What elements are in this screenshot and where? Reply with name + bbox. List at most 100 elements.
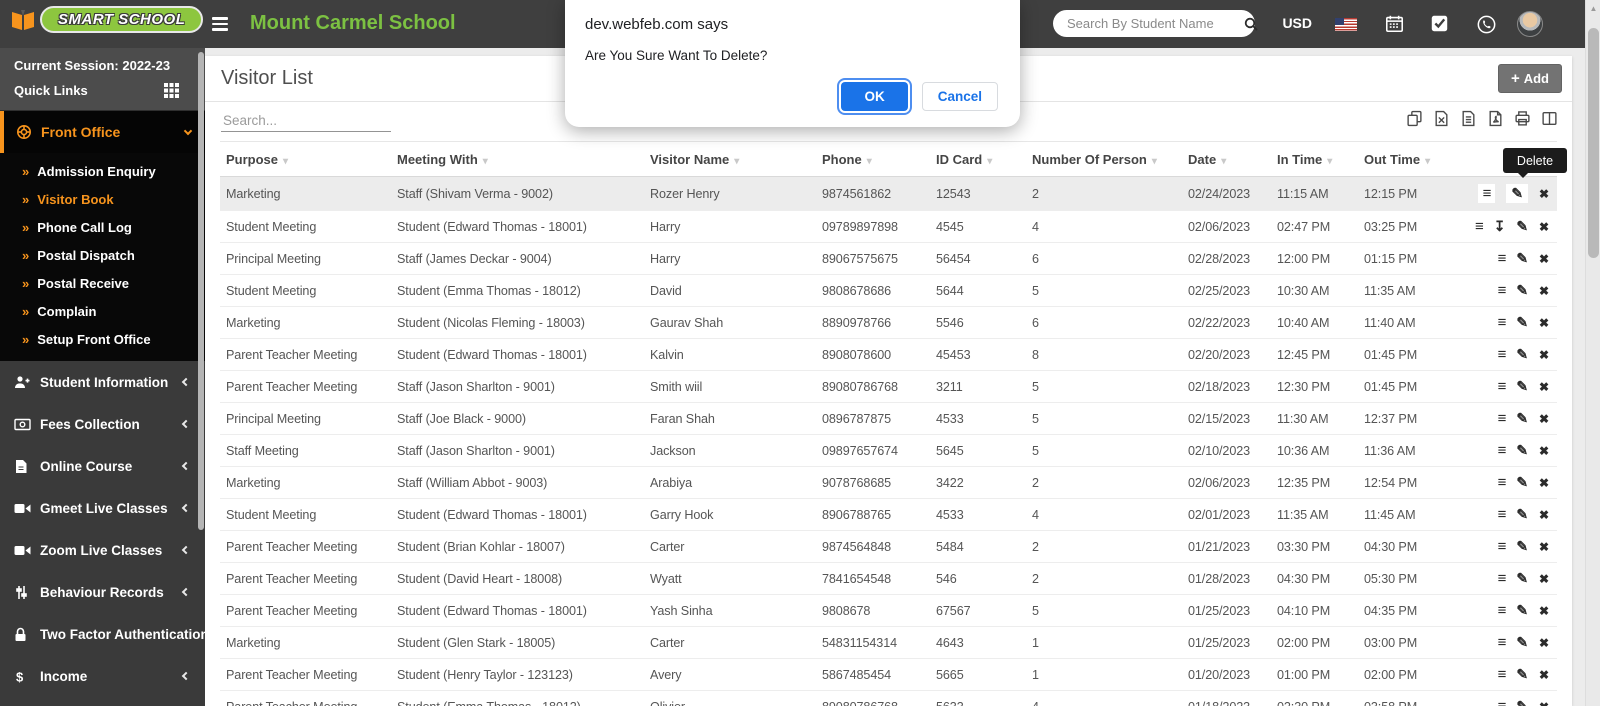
sidebar-menu-item[interactable]: Zoom Live Classes xyxy=(0,529,205,571)
menu-icon[interactable]: ≡ xyxy=(1498,506,1507,523)
sidebar-menu-item[interactable]: Student Information xyxy=(0,361,205,403)
table-row[interactable]: Student Meeting Student (Edward Thomas -… xyxy=(220,498,1557,531)
columns-icon[interactable] xyxy=(1541,110,1558,127)
grid-icon[interactable] xyxy=(164,83,179,98)
menu-icon[interactable]: ≡ xyxy=(1498,474,1507,491)
menu-icon[interactable]: ≡ xyxy=(1498,570,1507,587)
table-row[interactable]: Staff Meeting Staff (Jason Sharlton - 90… xyxy=(220,434,1557,467)
edit-icon[interactable]: ✎ xyxy=(1516,250,1528,267)
delete-icon[interactable]: ✖ xyxy=(1539,668,1549,682)
menu-icon[interactable]: ≡ xyxy=(1498,410,1507,427)
table-row[interactable]: Parent Teacher Meeting Student (David He… xyxy=(220,562,1557,595)
submenu-item[interactable]: » Postal Dispatch xyxy=(0,241,205,269)
table-row[interactable]: Parent Teacher Meeting Student (Brian Ko… xyxy=(220,530,1557,563)
menu-icon[interactable]: ≡ xyxy=(1498,378,1507,395)
sidebar-menu-item[interactable]: Online Course xyxy=(0,445,205,487)
ok-button[interactable]: OK xyxy=(841,82,908,111)
menu-icon[interactable]: ≡ xyxy=(1498,634,1507,651)
edit-icon[interactable]: ✎ xyxy=(1516,282,1528,299)
sidebar-menu-item[interactable]: $ Income xyxy=(0,655,205,697)
edit-icon[interactable]: ✎ xyxy=(1516,570,1528,587)
delete-icon[interactable]: ✖ xyxy=(1539,252,1549,266)
col-visitor-name[interactable]: Visitor Name xyxy=(644,141,816,177)
table-row[interactable]: Marketing Student (Nicolas Fleming - 180… xyxy=(220,306,1557,339)
edit-icon[interactable]: ✎ xyxy=(1516,410,1528,427)
delete-icon[interactable]: ✖ xyxy=(1539,700,1549,706)
edit-icon[interactable]: ✎ xyxy=(1516,378,1528,395)
calendar-icon[interactable] xyxy=(1385,14,1404,33)
col-number-of-person[interactable]: Number Of Person xyxy=(1026,141,1182,177)
browser-scrollbar[interactable]: ▲ xyxy=(1585,0,1600,706)
delete-icon[interactable]: ✖ xyxy=(1539,220,1549,234)
sidebar-scrollbar-thumb[interactable] xyxy=(198,52,204,530)
table-row[interactable]: Principal Meeting Staff (James Deckar - … xyxy=(220,242,1557,275)
submenu-item[interactable]: » Phone Call Log xyxy=(0,213,205,241)
table-row[interactable]: Parent Teacher Meeting Student (Edward T… xyxy=(220,594,1557,627)
sidebar-menu-item[interactable]: Behaviour Records xyxy=(0,571,205,613)
hamburger-icon[interactable] xyxy=(212,17,228,34)
task-check-icon[interactable] xyxy=(1430,14,1449,33)
sidebar-menu-item[interactable]: Fees Collection xyxy=(0,403,205,445)
delete-icon[interactable]: ✖ xyxy=(1539,412,1549,426)
app-logo[interactable]: SMART SCHOOL xyxy=(10,6,204,33)
excel-icon[interactable] xyxy=(1433,110,1450,127)
edit-icon[interactable]: ✎ xyxy=(1516,314,1528,331)
col-out-time[interactable]: Out Time xyxy=(1358,141,1450,177)
menu-icon[interactable]: ≡ xyxy=(1498,346,1507,363)
user-avatar[interactable] xyxy=(1517,11,1543,37)
edit-icon[interactable]: ✎ xyxy=(1516,346,1528,363)
delete-icon[interactable]: ✖ xyxy=(1539,316,1549,330)
search-icon[interactable] xyxy=(1243,16,1259,32)
edit-icon[interactable]: ✎ xyxy=(1516,538,1528,555)
currency-selector[interactable]: USD xyxy=(1282,15,1312,31)
edit-icon[interactable]: ✎ xyxy=(1516,218,1528,235)
col-phone[interactable]: Phone xyxy=(816,141,930,177)
delete-icon[interactable]: ✖ xyxy=(1539,540,1549,554)
menu-icon[interactable]: ≡ xyxy=(1498,442,1507,459)
menu-icon[interactable]: ≡ xyxy=(1498,250,1507,267)
edit-icon[interactable]: ✎ xyxy=(1516,442,1528,459)
table-row[interactable]: Parent Teacher Meeting Student (Emma Tho… xyxy=(220,690,1557,706)
student-search-input[interactable] xyxy=(1067,16,1243,31)
scrollbar-thumb[interactable] xyxy=(1588,28,1599,258)
table-row[interactable]: Parent Teacher Meeting Staff (Jason Shar… xyxy=(220,370,1557,403)
us-flag-icon[interactable] xyxy=(1335,18,1357,31)
delete-icon[interactable]: ✖ xyxy=(1539,284,1549,298)
submenu-item[interactable]: » Visitor Book xyxy=(0,185,205,213)
csv-icon[interactable] xyxy=(1460,110,1477,127)
table-row[interactable]: Parent Teacher Meeting Student (Henry Ta… xyxy=(220,658,1557,691)
table-row[interactable]: Parent Teacher Meeting Student (Edward T… xyxy=(220,338,1557,371)
menu-icon[interactable]: ≡ xyxy=(1498,602,1507,619)
cancel-button[interactable]: Cancel xyxy=(921,82,998,111)
delete-icon[interactable]: ✖ xyxy=(1539,604,1549,618)
whatsapp-icon[interactable] xyxy=(1476,14,1497,35)
table-row[interactable]: Student Meeting Student (Emma Thomas - 1… xyxy=(220,274,1557,307)
col-meeting-with[interactable]: Meeting With xyxy=(391,141,644,177)
delete-icon[interactable]: ✖ xyxy=(1539,572,1549,586)
table-search-input[interactable] xyxy=(221,110,391,132)
edit-icon[interactable]: ✎ xyxy=(1516,666,1528,683)
col-purpose[interactable]: Purpose xyxy=(220,141,391,177)
table-row[interactable]: Marketing Staff (Shivam Verma - 9002) Ro… xyxy=(220,176,1557,211)
print-icon[interactable] xyxy=(1514,110,1531,127)
menu-icon[interactable]: ≡ xyxy=(1477,184,1496,203)
col-in-time[interactable]: In Time xyxy=(1271,141,1358,177)
add-button[interactable]: + Add xyxy=(1497,64,1562,93)
col-id-card[interactable]: ID Card xyxy=(930,141,1026,177)
menu-icon[interactable]: ≡ xyxy=(1498,314,1507,331)
submenu-item[interactable]: » Setup Front Office xyxy=(0,325,205,353)
pdf-icon[interactable] xyxy=(1487,110,1504,127)
scroll-up-arrow-icon[interactable]: ▲ xyxy=(1586,4,1600,13)
copy-icon[interactable] xyxy=(1406,110,1423,127)
table-row[interactable]: Principal Meeting Staff (Joe Black - 900… xyxy=(220,402,1557,435)
menu-icon[interactable]: ≡ xyxy=(1498,538,1507,555)
menu-icon[interactable]: ≡ xyxy=(1498,698,1507,706)
edit-icon[interactable]: ✎ xyxy=(1516,698,1528,706)
edit-icon[interactable]: ✎ xyxy=(1516,474,1528,491)
sidebar-item-front-office[interactable]: Front Office xyxy=(0,111,205,153)
edit-icon[interactable]: ✎ xyxy=(1516,506,1528,523)
submenu-item[interactable]: » Complain xyxy=(0,297,205,325)
col-date[interactable]: Date xyxy=(1182,141,1271,177)
menu-icon[interactable]: ≡ xyxy=(1498,666,1507,683)
submenu-item[interactable]: » Postal Receive xyxy=(0,269,205,297)
